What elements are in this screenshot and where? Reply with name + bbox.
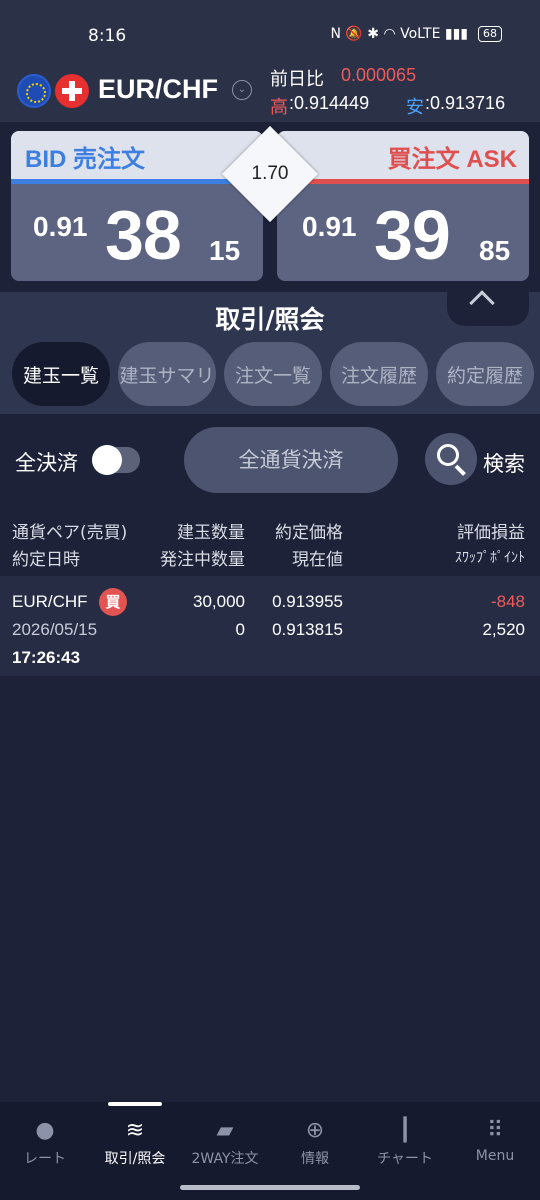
currency-pair-selector[interactable]: EUR/CHF <box>98 74 218 105</box>
tab-bar: 建玉一覧 建玉サマリ 注文一覧 注文履歴 約定履歴 <box>12 342 534 406</box>
header-exec-datetime: 約定日時 <box>12 550 80 570</box>
nav-rate-label: レート <box>24 1151 66 1167</box>
bid-price-main: 38 <box>105 196 182 274</box>
header-current-price: 現在値 <box>292 550 343 570</box>
ask-label: 買注文 ASK <box>387 146 517 173</box>
position-quantity: 30,000 <box>193 592 245 611</box>
tab-positions-summary[interactable]: 建玉サマリ <box>118 342 216 406</box>
search-button[interactable] <box>425 433 477 485</box>
nav-menu-label: Menu <box>475 1148 515 1164</box>
spread-indicator: 1.70 <box>221 125 319 223</box>
nav-chart[interactable]: ┃ チャート <box>360 1102 450 1182</box>
close-all-toggle[interactable] <box>92 445 140 475</box>
close-all-currency-button[interactable]: 全通貨決済 <box>184 427 398 493</box>
high-value: :0.914449 <box>289 93 370 113</box>
search-icon <box>437 444 459 466</box>
position-pair: EUR/CHF <box>12 592 88 611</box>
section-title: 取引/照会 <box>215 305 325 334</box>
header-pair: 通貨ペア(売買) <box>12 523 128 543</box>
chevron-down-icon[interactable]: ⌄ <box>232 80 252 100</box>
bid-price-small: 15 <box>209 235 241 266</box>
rate-icon: ● <box>35 1118 55 1143</box>
tab-order-history[interactable]: 注文履歴 <box>330 342 428 406</box>
nav-menu[interactable]: ⠿ Menu <box>450 1102 540 1182</box>
position-swap-points: 2,520 <box>482 620 525 639</box>
eu-flag-icon <box>17 74 51 108</box>
info-icon: ⊕ <box>305 1118 325 1143</box>
header-pnl: 評価損益 <box>457 523 525 543</box>
ask-price-small: 85 <box>479 235 511 266</box>
tab-orders-list[interactable]: 注文一覧 <box>224 342 322 406</box>
nav-trade[interactable]: ≋ 取引/照会 <box>90 1102 180 1182</box>
nav-active-indicator <box>108 1102 162 1106</box>
search-label[interactable]: 検索 <box>483 448 525 478</box>
status-bar: 8:16 N 🔕 ✱ ◠ VoLTE ▮▮▮ 68 <box>0 0 540 56</box>
menu-grid-icon: ⠿ <box>486 1118 504 1143</box>
position-current-price: 0.913815 <box>272 620 343 639</box>
header-contract-price: 約定価格 <box>275 523 343 543</box>
position-pending-quantity: 0 <box>235 620 245 639</box>
nav-2way[interactable]: ▰ 2WAY注文 <box>180 1102 270 1182</box>
status-time: 8:16 <box>88 26 127 46</box>
bid-price-prefix: 0.91 <box>33 211 88 242</box>
currency-header: EUR/CHF ⌄ 前日比 0.000065 高 :0.914449 安 :0.… <box>0 56 540 122</box>
position-time: 17:26:43 <box>12 648 81 667</box>
network-status-icons: N 🔕 ✱ ◠ VoLTE ▮▮▮ <box>330 26 468 42</box>
status-icons: N 🔕 ✱ ◠ VoLTE ▮▮▮ 68 <box>330 26 502 42</box>
bid-label: BID 売注文 <box>25 146 145 173</box>
prev-day-label: 前日比 <box>270 69 324 89</box>
trade-icon: ≋ <box>125 1118 145 1143</box>
nav-2way-label: 2WAY注文 <box>191 1151 259 1167</box>
twoway-icon: ▰ <box>216 1118 234 1143</box>
nav-info[interactable]: ⊕ 情報 <box>270 1102 360 1182</box>
position-date: 2026/05/15 <box>12 620 98 639</box>
position-pnl: -848 <box>490 592 525 611</box>
high-label: 高 <box>270 97 288 117</box>
header-swap-points: ｽﾜｯﾌﾟﾎﾟｲﾝﾄ <box>455 550 525 566</box>
swiss-flag-icon <box>55 74 89 108</box>
tab-execution-history[interactable]: 約定履歴 <box>436 342 534 406</box>
chart-icon: ┃ <box>398 1118 412 1143</box>
nav-rate[interactable]: ● レート <box>0 1102 90 1182</box>
tab-positions-list[interactable]: 建玉一覧 <box>12 342 110 406</box>
low-label: 安 <box>406 97 424 117</box>
spread-value: 1.70 <box>251 163 289 184</box>
nav-trade-label: 取引/照会 <box>104 1151 166 1167</box>
close-all-label: 全決済 <box>15 451 78 475</box>
position-contract-price: 0.913955 <box>272 592 343 611</box>
low-value: :0.913716 <box>425 93 506 113</box>
prev-day-value: 0.000065 <box>341 65 417 85</box>
buy-side-badge: 買 <box>99 588 127 616</box>
header-quantity: 建玉数量 <box>177 523 245 543</box>
nav-info-label: 情報 <box>301 1151 329 1167</box>
header-pending-quantity: 発注中数量 <box>160 550 245 570</box>
ask-price-main: 39 <box>374 196 451 274</box>
battery-icon: 68 <box>478 26 502 42</box>
home-indicator[interactable] <box>180 1185 360 1190</box>
nav-chart-label: チャート <box>377 1151 433 1167</box>
